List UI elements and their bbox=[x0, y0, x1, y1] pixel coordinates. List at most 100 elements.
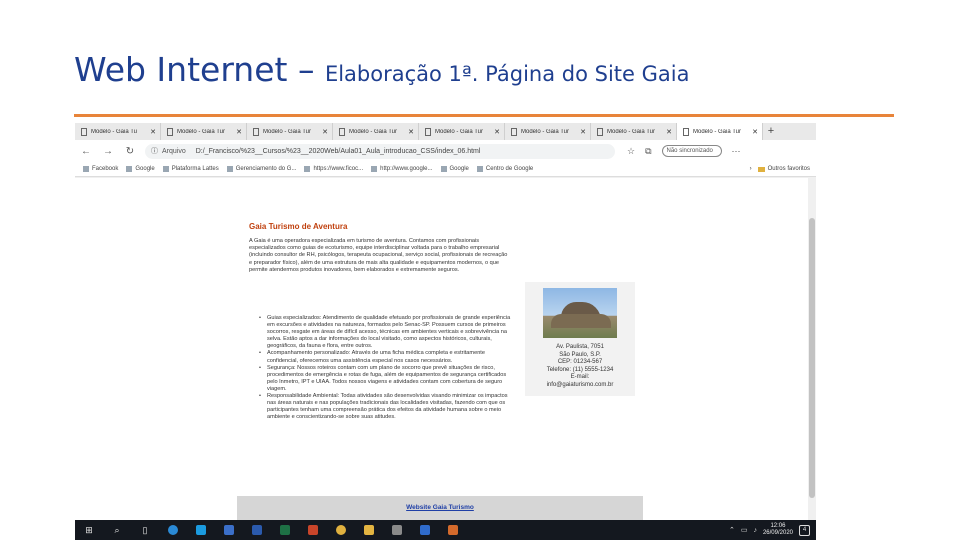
scroll-thumb[interactable] bbox=[809, 218, 815, 498]
browser-tab[interactable]: Modelo - Gaia Tu ✕ bbox=[75, 123, 161, 140]
powerpoint-icon[interactable] bbox=[299, 520, 327, 540]
contact-address: Av. Paulista, 7051 São Paulo, S.P. CEP: … bbox=[525, 344, 635, 396]
intro-paragraph: A Gaia é uma operadora especializada em … bbox=[249, 238, 508, 273]
address-line: São Paulo, S.P. bbox=[559, 351, 601, 358]
close-icon[interactable]: ✕ bbox=[580, 128, 586, 136]
profile-sync-button[interactable]: Não sincronizado bbox=[661, 145, 722, 157]
windows-taskbar: ⊞ ⌕ ▯ ⌃ ▭ ♪ 12:06 26/09/2020 4 bbox=[75, 520, 816, 540]
explorer-icon[interactable] bbox=[355, 520, 383, 540]
address-line: Av. Paulista, 7051 bbox=[556, 344, 604, 350]
app-icon[interactable] bbox=[439, 520, 467, 540]
slide-title: Web Internet – Elaboração 1ª. Página do … bbox=[74, 48, 689, 99]
search-icon[interactable]: ⌕ bbox=[103, 520, 131, 540]
collections-icon[interactable]: ⧉ bbox=[645, 146, 651, 157]
file-scheme-label: Arquivo bbox=[162, 147, 186, 155]
footer-link[interactable]: Website Gaia Turismo bbox=[237, 504, 643, 511]
title-underline bbox=[74, 114, 894, 117]
close-icon[interactable]: ✕ bbox=[322, 128, 328, 136]
bookmark-icon bbox=[162, 166, 169, 172]
list-item: Responsabilidade Ambiental: Todas ativid… bbox=[259, 393, 513, 421]
back-arrow-icon[interactable]: ← bbox=[75, 146, 97, 157]
list-item: Acompanhamento personalizado: Através de… bbox=[259, 350, 513, 364]
more-icon[interactable]: ⋯ bbox=[732, 146, 741, 157]
clock-time: 12:06 bbox=[770, 523, 786, 529]
slide-title-sub: Elaboração 1ª. Página do Site Gaia bbox=[324, 62, 690, 86]
network-icon[interactable]: ▭ bbox=[741, 526, 748, 534]
list-item: Guias especializados: Atendimento de qua… bbox=[259, 315, 513, 350]
browser-tab-active[interactable]: Modelo - Gaia Tur ✕ bbox=[677, 123, 763, 140]
list-item: Segurança: Nossos roteiros contam com um… bbox=[259, 365, 513, 393]
bookmark-item[interactable]: Facebook bbox=[83, 166, 118, 172]
chevron-right-icon: › bbox=[749, 166, 752, 172]
close-icon[interactable]: ✕ bbox=[408, 128, 414, 136]
word-icon[interactable] bbox=[243, 520, 271, 540]
page-viewport: Gaia Turismo de Aventura A Gaia é uma op… bbox=[75, 178, 816, 520]
close-icon[interactable]: ✕ bbox=[150, 128, 156, 136]
page-icon bbox=[167, 127, 173, 136]
app-icon[interactable] bbox=[411, 520, 439, 540]
tab-strip: Modelo - Gaia Tu ✕ Modelo - Gaia Tur ✕ Mod… bbox=[75, 123, 816, 140]
bookmark-item[interactable]: Gerenciamento do G... bbox=[226, 166, 296, 172]
folder-icon bbox=[757, 166, 765, 172]
close-icon[interactable]: ✕ bbox=[666, 128, 672, 136]
browser-tab[interactable]: Modelo - Gaia Tur ✕ bbox=[419, 123, 505, 140]
url-field[interactable]: ⓘ Arquivo D:/_Francisco/%23__Cursos/%23_… bbox=[145, 143, 615, 159]
new-tab-button[interactable]: + bbox=[763, 123, 779, 140]
excel-icon[interactable] bbox=[271, 520, 299, 540]
browser-tab[interactable]: Modelo - Gaia Tur ✕ bbox=[591, 123, 677, 140]
browser-tab[interactable]: Modelo - Gaia Tur ✕ bbox=[247, 123, 333, 140]
slide-title-main: Web Internet – bbox=[74, 50, 325, 89]
bookmark-item[interactable]: Centro de Google bbox=[476, 166, 533, 172]
site-title: Gaia Turismo de Aventura bbox=[249, 222, 348, 231]
page-icon bbox=[81, 127, 87, 136]
email-label: E-mail: bbox=[570, 374, 590, 381]
page-icon bbox=[683, 127, 689, 136]
bookmark-item[interactable]: https://www.ficoc... bbox=[304, 166, 363, 172]
email-value[interactable]: info@gaiaturismo.com.br bbox=[529, 382, 631, 390]
browser-tab[interactable]: Modelo - Gaia Tur ✕ bbox=[333, 123, 419, 140]
page-icon bbox=[425, 127, 431, 136]
chevron-up-icon[interactable]: ⌃ bbox=[729, 526, 735, 534]
bookmark-icon bbox=[126, 166, 133, 172]
mountain-photo bbox=[543, 288, 617, 338]
bookmark-item[interactable]: Google bbox=[126, 166, 155, 172]
app-icon[interactable] bbox=[383, 520, 411, 540]
edge-icon[interactable] bbox=[159, 520, 187, 540]
close-icon[interactable]: ✕ bbox=[236, 128, 242, 136]
chrome-icon[interactable] bbox=[327, 520, 355, 540]
site-footer: Website Gaia Turismo bbox=[237, 496, 643, 520]
clock[interactable]: 12:06 26/09/2020 bbox=[763, 523, 793, 537]
info-icon: ⓘ bbox=[151, 148, 158, 155]
page-icon bbox=[511, 127, 517, 136]
browser-tab[interactable]: Modelo - Gaia Tur ✕ bbox=[505, 123, 591, 140]
store-icon[interactable] bbox=[215, 520, 243, 540]
page-icon bbox=[339, 127, 345, 136]
bookmark-item[interactable]: Google bbox=[440, 166, 469, 172]
close-icon[interactable]: ✕ bbox=[494, 128, 500, 136]
website-content: Gaia Turismo de Aventura A Gaia é uma op… bbox=[237, 178, 643, 496]
star-icon[interactable]: ☆ bbox=[627, 146, 635, 157]
browser-tools: ☆ ⧉ Não sincronizado ⋯ bbox=[627, 145, 741, 157]
system-tray: ⌃ ▭ ♪ 12:06 26/09/2020 4 bbox=[729, 523, 816, 537]
website-page: Gaia Turismo de Aventura A Gaia é uma op… bbox=[237, 178, 643, 520]
other-favorites[interactable]: › Outros favoritos bbox=[750, 166, 810, 172]
bookmark-icon bbox=[476, 166, 483, 172]
vertical-scrollbar[interactable] bbox=[808, 178, 816, 520]
url-text: D:/_Francisco/%23__Cursos/%23__2020Web/A… bbox=[195, 147, 481, 155]
close-icon[interactable]: ✕ bbox=[752, 128, 758, 136]
clock-date: 26/09/2020 bbox=[762, 530, 793, 536]
notification-icon[interactable]: 4 bbox=[799, 524, 810, 536]
page-icon bbox=[253, 127, 259, 136]
reload-icon[interactable]: ↻ bbox=[119, 146, 141, 157]
task-view-icon[interactable]: ▯ bbox=[131, 520, 159, 540]
volume-icon[interactable]: ♪ bbox=[753, 527, 757, 534]
address-bar: ← → ↻ ⓘ Arquivo D:/_Francisco/%23__Curso… bbox=[75, 140, 816, 162]
browser-tab[interactable]: Modelo - Gaia Tur ✕ bbox=[161, 123, 247, 140]
forward-arrow-icon[interactable]: → bbox=[97, 146, 119, 157]
bookmark-item[interactable]: Plataforma Lattes bbox=[162, 166, 219, 172]
phone-line: Telefone: (11) 5555-1234 bbox=[546, 366, 614, 373]
skype-icon[interactable] bbox=[187, 520, 215, 540]
windows-start-icon[interactable]: ⊞ bbox=[75, 520, 103, 540]
bookmark-icon bbox=[83, 166, 89, 172]
bookmark-item[interactable]: http://www.google... bbox=[371, 166, 433, 172]
